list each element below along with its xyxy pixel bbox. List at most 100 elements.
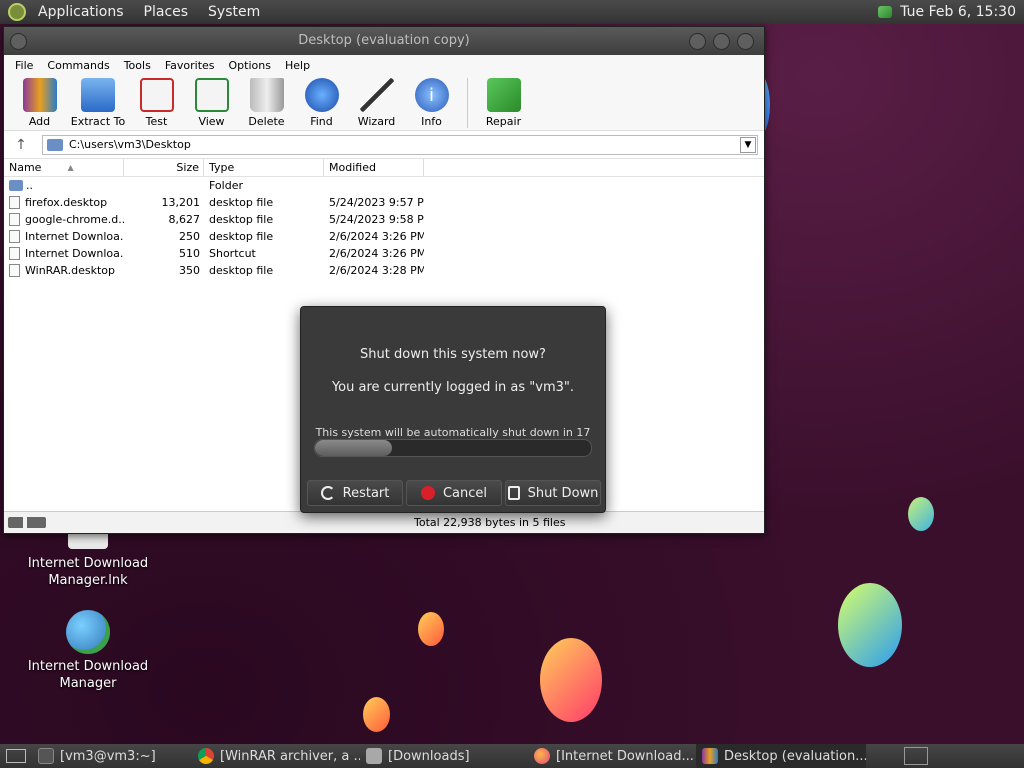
delete-button[interactable]: Delete	[239, 75, 294, 128]
winrar-icon	[702, 748, 718, 764]
dialog-subtitle: You are currently logged in as "vm3".	[331, 380, 575, 395]
address-path: C:\users\vm3\Desktop	[69, 138, 191, 151]
test-button[interactable]: Test	[129, 75, 184, 128]
chevron-down-icon[interactable]: ▼	[740, 136, 756, 153]
workspace-switcher[interactable]	[904, 747, 928, 765]
shutdown-label: Shut Down	[527, 485, 599, 501]
menu-commands[interactable]: Commands	[40, 59, 116, 72]
extract-to-button[interactable]: Extract To	[67, 75, 129, 128]
network-icon[interactable]	[878, 6, 893, 18]
maximize-button[interactable]	[713, 33, 730, 50]
progress-fill	[315, 440, 393, 456]
info-button[interactable]: i Info	[404, 75, 459, 128]
folder-up-icon	[9, 180, 23, 191]
applications-menu[interactable]: Applications	[38, 4, 124, 20]
taskbar-item-downloads[interactable]: [Downloads]	[360, 744, 528, 768]
view-book-icon	[194, 78, 229, 112]
tool-label: Delete	[248, 115, 285, 128]
address-bar: ↑ C:\users\vm3\Desktop ▼	[4, 131, 764, 159]
places-menu[interactable]: Places	[144, 4, 189, 20]
tool-label: Info	[421, 115, 442, 128]
idm-globe-icon	[66, 610, 110, 654]
column-headers: Name ▲ Size Type Modified	[4, 159, 764, 177]
wallpaper-bubble	[838, 583, 902, 667]
tool-label: View	[198, 115, 225, 128]
minimize-button[interactable]	[689, 33, 706, 50]
toolbar-separator	[467, 78, 468, 128]
status-text: Total 22,938 bytes in 5 files	[414, 516, 566, 529]
wizard-button[interactable]: Wizard	[349, 75, 404, 128]
menu-file[interactable]: File	[8, 59, 40, 72]
desktop-icon-idm[interactable]: Internet Download Manager	[18, 610, 158, 692]
countdown-progress	[314, 439, 592, 457]
taskbar-item-firefox[interactable]: [Internet Download...	[528, 744, 696, 768]
file-icon	[9, 264, 20, 277]
menu-options[interactable]: Options	[222, 59, 278, 72]
column-name[interactable]: Name ▲	[4, 159, 124, 176]
taskbar-item-winrar[interactable]: Desktop (evaluation...	[696, 744, 866, 768]
bottom-panel: [vm3@vm3:~] [WinRAR archiver, a ... [Dow…	[0, 744, 1024, 768]
table-row[interactable]: .. Folder	[4, 177, 764, 194]
wallpaper-bubble	[908, 497, 934, 531]
wallpaper-bubble	[540, 638, 602, 722]
toolbar: Add Extract To Test View Delete Find Wiz…	[4, 75, 764, 131]
taskbar-item-terminal[interactable]: [vm3@vm3:~]	[32, 744, 192, 768]
up-folder-button[interactable]: ↑	[10, 137, 32, 153]
dialog-buttons: Restart Cancel Shut Down	[307, 480, 601, 506]
mate-logo-icon[interactable]	[8, 3, 26, 21]
folder-icon	[47, 138, 63, 151]
add-archive-icon	[22, 78, 57, 112]
column-size[interactable]: Size	[124, 159, 204, 176]
column-modified[interactable]: Modified	[324, 159, 424, 176]
menu-help[interactable]: Help	[278, 59, 317, 72]
wallpaper-bubble	[363, 697, 390, 732]
repair-kit-icon	[486, 78, 521, 112]
sort-asc-icon: ▲	[67, 162, 74, 172]
tool-label: Add	[28, 115, 51, 128]
tool-label: Extract To	[70, 115, 126, 128]
table-row[interactable]: google-chrome.d... 8,627 desktop file 5/…	[4, 211, 764, 228]
close-button[interactable]	[737, 33, 754, 50]
clock[interactable]: Tue Feb 6, 15:30	[900, 4, 1016, 20]
terminal-icon	[38, 748, 54, 764]
add-button[interactable]: Add	[12, 75, 67, 128]
drive-key-icon[interactable]	[8, 517, 46, 528]
system-menu[interactable]: System	[208, 4, 260, 20]
column-type[interactable]: Type	[204, 159, 324, 176]
restart-button[interactable]: Restart	[307, 480, 403, 506]
shutdown-button[interactable]: Shut Down	[505, 480, 601, 506]
tool-label: Test	[145, 115, 168, 128]
table-row[interactable]: Internet Downloa... 510 Shortcut 2/6/202…	[4, 245, 764, 262]
menu-favorites[interactable]: Favorites	[158, 59, 222, 72]
window-titlebar[interactable]: Desktop (evaluation copy)	[4, 27, 764, 55]
address-field[interactable]: C:\users\vm3\Desktop ▼	[42, 134, 758, 155]
restart-icon	[320, 486, 335, 500]
taskbar-item-chrome[interactable]: [WinRAR archiver, a ...	[192, 744, 360, 768]
top-panel: Applications Places System Tue Feb 6, 15…	[0, 0, 1024, 24]
table-row[interactable]: Internet Downloa... 250 desktop file 2/6…	[4, 228, 764, 245]
show-desktop-button[interactable]	[6, 749, 26, 763]
file-icon	[9, 230, 20, 243]
cancel-icon	[420, 486, 435, 500]
tool-label: Wizard	[357, 115, 396, 128]
test-clipboard-icon	[139, 78, 174, 112]
menu-tools[interactable]: Tools	[117, 59, 158, 72]
window-title: Desktop (evaluation copy)	[298, 33, 470, 48]
wallpaper-bubble	[418, 612, 444, 646]
info-icon: i	[414, 78, 449, 112]
table-row[interactable]: WinRAR.desktop 350 desktop file 2/6/2024…	[4, 262, 764, 279]
repair-button[interactable]: Repair	[476, 75, 531, 128]
file-icon	[9, 247, 20, 260]
file-icon	[9, 213, 20, 226]
chrome-icon	[198, 748, 214, 764]
find-button[interactable]: Find	[294, 75, 349, 128]
view-button[interactable]: View	[184, 75, 239, 128]
table-row[interactable]: firefox.desktop 13,201 desktop file 5/24…	[4, 194, 764, 211]
file-icon	[9, 196, 20, 209]
folder-icon	[366, 748, 382, 764]
shutdown-icon	[507, 486, 520, 500]
magnifier-icon	[304, 78, 339, 112]
window-menu-icon[interactable]	[10, 33, 27, 50]
cancel-button[interactable]: Cancel	[406, 480, 502, 506]
status-bar: Total 22,938 bytes in 5 files	[4, 511, 764, 533]
